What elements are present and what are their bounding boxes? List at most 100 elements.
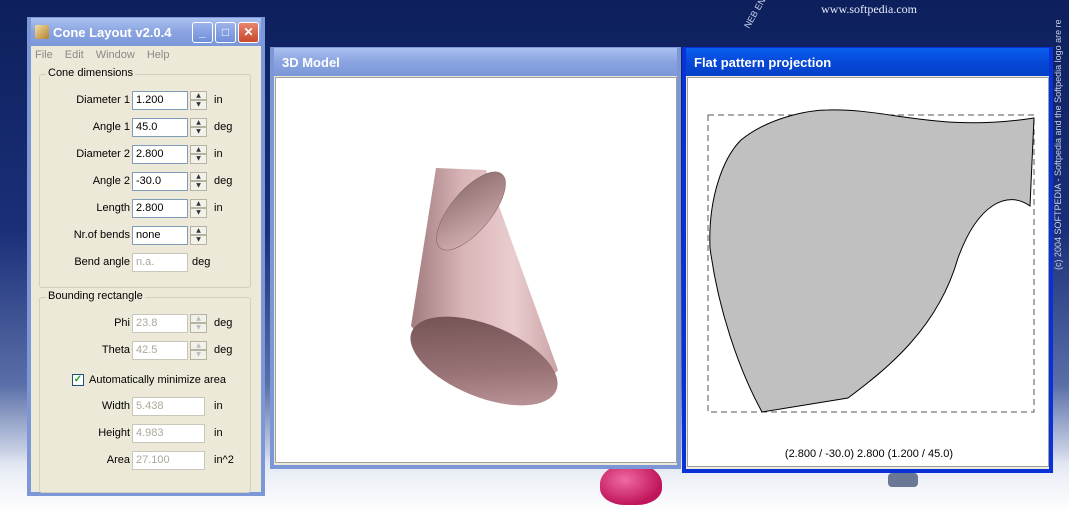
length-spinner[interactable]: ▲ ▼	[190, 198, 207, 218]
angle1-label: Angle 1	[92, 121, 130, 133]
width-label: Width	[101, 400, 130, 412]
minimize-button[interactable]: _	[192, 21, 213, 43]
watermark-url: www.softpedia.com	[821, 2, 917, 16]
area-row: Area 27.100 in^2	[40, 450, 250, 470]
theta-input: 42.5	[132, 340, 188, 360]
diameter2-label: Diameter 2	[76, 148, 130, 160]
spin-down-icon[interactable]: ▼	[190, 154, 207, 164]
spin-up-icon: ▲	[190, 340, 207, 350]
spin-down-icon[interactable]: ▼	[190, 208, 207, 218]
bend-angle-input: n.a.	[132, 252, 188, 272]
auto-minimize-checkbox[interactable]: ✓	[72, 374, 84, 386]
auto-minimize-checkbox-row[interactable]: ✓ Automatically minimize area	[72, 372, 226, 388]
cone-layout-titlebar[interactable]: Cone Layout v2.0.4 _ □ ✕	[31, 18, 261, 46]
diameter2-spinner[interactable]: ▲ ▼	[190, 144, 207, 164]
angle1-spinner[interactable]: ▲ ▼	[190, 117, 207, 137]
cone-dimensions-legend: Cone dimensions	[46, 67, 135, 79]
spin-down-icon: ▼	[190, 350, 207, 360]
phi-spinner: ▲ ▼	[190, 313, 207, 333]
area-label: Area	[106, 454, 130, 466]
bends-label: Nr.of bends	[73, 229, 130, 241]
theta-spinner: ▲ ▼	[190, 340, 207, 360]
menu-window[interactable]: Window	[96, 49, 135, 61]
diameter1-row: Diameter 1 1.200 ▲ ▼ in	[40, 90, 250, 110]
mascot-figure-small	[888, 473, 918, 487]
phi-input: 23.8	[132, 313, 188, 333]
height-unit: in	[214, 427, 223, 439]
angle2-input[interactable]: -30.0	[132, 171, 188, 191]
bend-angle-row: Bend angle n.a. deg	[40, 252, 250, 272]
spin-up-icon: ▲	[190, 313, 207, 323]
width-unit: in	[214, 400, 223, 412]
theta-unit: deg	[214, 344, 233, 356]
cone-3d-render[interactable]	[276, 78, 678, 464]
diameter2-input[interactable]: 2.800	[132, 144, 188, 164]
model-titlebar[interactable]: 3D Model	[274, 48, 677, 76]
diameter1-spinner[interactable]: ▲ ▼	[190, 90, 207, 110]
area-unit: in^2	[214, 454, 234, 466]
height-label: Height	[98, 427, 130, 439]
theta-row: Theta 42.5 ▲ ▼ deg	[40, 340, 250, 360]
watermark-copyright: (c) 2004 SOFTPEDIA - Softpedia and the S…	[1053, 20, 1063, 270]
phi-label: Phi	[114, 317, 130, 329]
diameter2-unit: in	[214, 148, 223, 160]
watermark-deco: NEB EN	[742, 0, 768, 31]
menu-help[interactable]: Help	[147, 49, 170, 61]
spin-up-icon[interactable]: ▲	[190, 144, 207, 154]
length-label: Length	[96, 202, 130, 214]
flat-pattern-titlebar[interactable]: Flat pattern projection	[686, 48, 1049, 76]
bends-input[interactable]: none	[132, 225, 188, 245]
bounding-rectangle-group: Bounding rectangle Phi 23.8 ▲ ▼ deg Theta…	[39, 290, 251, 493]
diameter1-input[interactable]: 1.200	[132, 90, 188, 110]
phi-row: Phi 23.8 ▲ ▼ deg	[40, 313, 250, 333]
length-row: Length 2.800 ▲ ▼ in	[40, 198, 250, 218]
window-title: Cone Layout v2.0.4	[53, 24, 172, 40]
maximize-button[interactable]: □	[215, 21, 236, 43]
spin-up-icon[interactable]: ▲	[190, 225, 207, 235]
spin-up-icon[interactable]: ▲	[190, 171, 207, 181]
menu-edit[interactable]: Edit	[65, 49, 84, 61]
angle2-spinner[interactable]: ▲ ▼	[190, 171, 207, 191]
length-unit: in	[214, 202, 223, 214]
flat-pattern-shape	[709, 109, 1035, 413]
model-viewport[interactable]	[275, 77, 677, 463]
app-icon	[35, 25, 49, 39]
flat-pattern-caption: (2.800 / -30.0) 2.800 (1.200 / 45.0)	[784, 448, 954, 460]
angle1-row: Angle 1 45.0 ▲ ▼ deg	[40, 117, 250, 137]
auto-minimize-label: Automatically minimize area	[89, 374, 226, 386]
theta-label: Theta	[101, 344, 130, 356]
width-row: Width 5.438 in	[40, 396, 250, 416]
menu-file[interactable]: File	[35, 49, 53, 61]
height-input: 4.983	[132, 423, 205, 443]
angle1-unit: deg	[214, 121, 233, 133]
angle1-input[interactable]: 45.0	[132, 117, 188, 137]
cone-layout-window[interactable]: Cone Layout v2.0.4 _ □ ✕ File Edit Windo…	[27, 17, 265, 496]
bounding-rectangle-legend: Bounding rectangle	[46, 290, 145, 302]
flat-pattern-window-title: Flat pattern projection	[694, 54, 832, 70]
spin-up-icon[interactable]: ▲	[190, 117, 207, 127]
diameter1-unit: in	[214, 94, 223, 106]
flat-pattern-window[interactable]: Flat pattern projection (2.800 / -30.0) …	[682, 47, 1053, 473]
area-input: 27.100	[132, 450, 205, 470]
cone-dimensions-group: Cone dimensions Diameter 1 1.200 ▲ ▼ in A…	[39, 67, 251, 288]
spin-down-icon[interactable]: ▼	[190, 127, 207, 137]
spin-down-icon[interactable]: ▼	[190, 100, 207, 110]
spin-down-icon[interactable]: ▼	[190, 235, 207, 245]
flat-pattern-viewport[interactable]: (2.800 / -30.0) 2.800 (1.200 / 45.0)	[687, 77, 1049, 467]
close-button[interactable]: ✕	[238, 21, 259, 43]
model-window[interactable]: 3D Model	[270, 47, 681, 469]
spin-down-icon[interactable]: ▼	[190, 181, 207, 191]
bends-spinner[interactable]: ▲ ▼	[190, 225, 207, 245]
menu-bar: File Edit Window Help	[31, 46, 261, 64]
length-input[interactable]: 2.800	[132, 198, 188, 218]
diameter1-label: Diameter 1	[76, 94, 130, 106]
flat-pattern-drawing[interactable]	[688, 78, 1050, 468]
spin-up-icon[interactable]: ▲	[190, 90, 207, 100]
height-row: Height 4.983 in	[40, 423, 250, 443]
bends-row: Nr.of bends none ▲ ▼	[40, 225, 250, 245]
model-window-title: 3D Model	[282, 54, 340, 70]
width-input: 5.438	[132, 396, 205, 416]
spin-up-icon[interactable]: ▲	[190, 198, 207, 208]
diameter2-row: Diameter 2 2.800 ▲ ▼ in	[40, 144, 250, 164]
phi-unit: deg	[214, 317, 233, 329]
